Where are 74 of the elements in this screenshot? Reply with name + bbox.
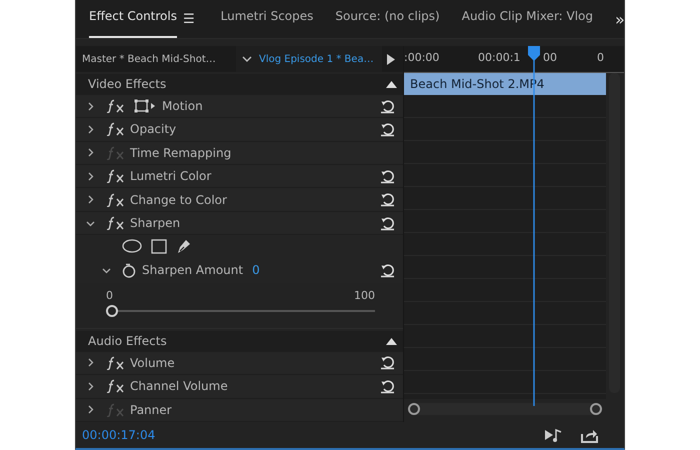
menu-icon[interactable]: ☰ — [182, 12, 195, 26]
fx-toggle-icon[interactable] — [106, 402, 126, 417]
disclosure-chevron-icon[interactable] — [86, 124, 95, 134]
disclosure-chevron-icon[interactable] — [102, 266, 111, 275]
section-header[interactable]: Video Effects — [76, 74, 403, 95]
panel-tab[interactable]: Lumetri Scopes — [220, 0, 314, 38]
vertical-scrollbar[interactable] — [609, 73, 620, 393]
disclosure-chevron-icon[interactable] — [86, 358, 95, 368]
effect-name: Motion — [162, 99, 203, 114]
section-title: Audio Effects — [88, 334, 167, 348]
reset-icon[interactable] — [380, 192, 395, 208]
panel-tab[interactable]: Source: (no clips) — [335, 0, 440, 38]
parameter-name: Sharpen Amount — [142, 263, 244, 278]
disclosure-chevron-icon[interactable] — [86, 382, 95, 391]
ruler-time-label: :00:00 — [404, 51, 440, 64]
timeline-clip[interactable]: Beach Mid-Shot 2.MP4 — [404, 73, 606, 95]
chevron-down-icon[interactable] — [242, 56, 252, 62]
section-title: Video Effects — [88, 77, 166, 92]
fx-toggle-icon[interactable] — [106, 356, 126, 370]
stopwatch-icon[interactable] — [122, 262, 136, 278]
ruler-time-label: 00:00:1 — [478, 51, 520, 64]
panel-tab[interactable]: Effect Controls — [89, 0, 177, 38]
fx-toggle-icon[interactable] — [106, 122, 126, 136]
effect-name: Time Remapping — [130, 146, 232, 160]
effect-name: Lumetri Color — [130, 169, 212, 184]
disclosure-chevron-icon[interactable] — [86, 148, 95, 158]
effect-name: Change to Color — [130, 192, 227, 207]
collapse-triangle-icon[interactable] — [386, 338, 397, 345]
collapse-triangle-icon[interactable] — [386, 80, 397, 88]
current-timecode[interactable]: 00:00:17:04 — [82, 428, 156, 442]
parameter-value[interactable]: 0 — [252, 263, 260, 278]
disclosure-chevron-icon[interactable] — [86, 172, 95, 181]
section-header[interactable]: Audio Effects — [76, 330, 403, 352]
overflow-icon[interactable]: » — [615, 10, 625, 28]
disclosure-chevron-icon[interactable] — [86, 218, 95, 228]
effect-name: Channel Volume — [130, 379, 228, 394]
play-audio-icon[interactable] — [545, 428, 563, 442]
reset-icon[interactable] — [380, 355, 395, 370]
fx-toggle-icon[interactable] — [106, 379, 126, 394]
reset-icon[interactable] — [380, 216, 395, 231]
effect-name: Volume — [130, 356, 175, 370]
reset-icon[interactable] — [380, 98, 395, 114]
disclosure-chevron-icon[interactable] — [86, 102, 95, 111]
pen-icon[interactable] — [176, 238, 192, 254]
rectangle-mask-icon[interactable] — [151, 238, 167, 254]
reset-icon[interactable] — [380, 168, 395, 184]
disclosure-chevron-icon[interactable] — [86, 405, 95, 414]
reset-icon[interactable] — [380, 378, 395, 394]
panel-tab[interactable]: Audio Clip Mixer: Vlog — [462, 0, 594, 38]
play-icon[interactable] — [387, 54, 395, 64]
reset-icon[interactable] — [380, 122, 395, 137]
ruler-time-label: 0 — [597, 51, 604, 64]
export-icon[interactable] — [581, 428, 598, 442]
time-ruler[interactable]: :00:00 00:00:1 00 0 — [404, 46, 624, 73]
effect-row[interactable]: Time Remapping — [76, 142, 403, 166]
slider-min-label: 0 — [106, 289, 113, 302]
slider-thumb[interactable] — [106, 305, 118, 318]
master-clip-label[interactable]: Master * Beach Mid-Shot… — [76, 54, 236, 64]
ellipse-mask-icon[interactable] — [122, 239, 142, 254]
effect-name: Opacity — [130, 122, 176, 136]
effect-name: Sharpen — [130, 216, 180, 230]
slider-max-label: 100 — [354, 289, 375, 302]
fx-toggle-icon[interactable] — [106, 192, 126, 207]
reset-icon[interactable] — [380, 262, 395, 278]
transform-box-icon[interactable] — [134, 99, 156, 114]
ruler-time-label: 00 — [543, 51, 557, 64]
fx-toggle-icon[interactable] — [106, 169, 126, 184]
horizontal-scrollbar[interactable] — [408, 403, 602, 415]
fx-toggle-icon[interactable] — [106, 216, 126, 230]
effect-name: Panner — [130, 402, 172, 417]
disclosure-chevron-icon[interactable] — [86, 195, 95, 204]
fx-toggle-icon[interactable] — [106, 99, 126, 114]
effect-row[interactable]: Panner — [76, 398, 403, 422]
fx-toggle-icon[interactable] — [106, 146, 126, 160]
